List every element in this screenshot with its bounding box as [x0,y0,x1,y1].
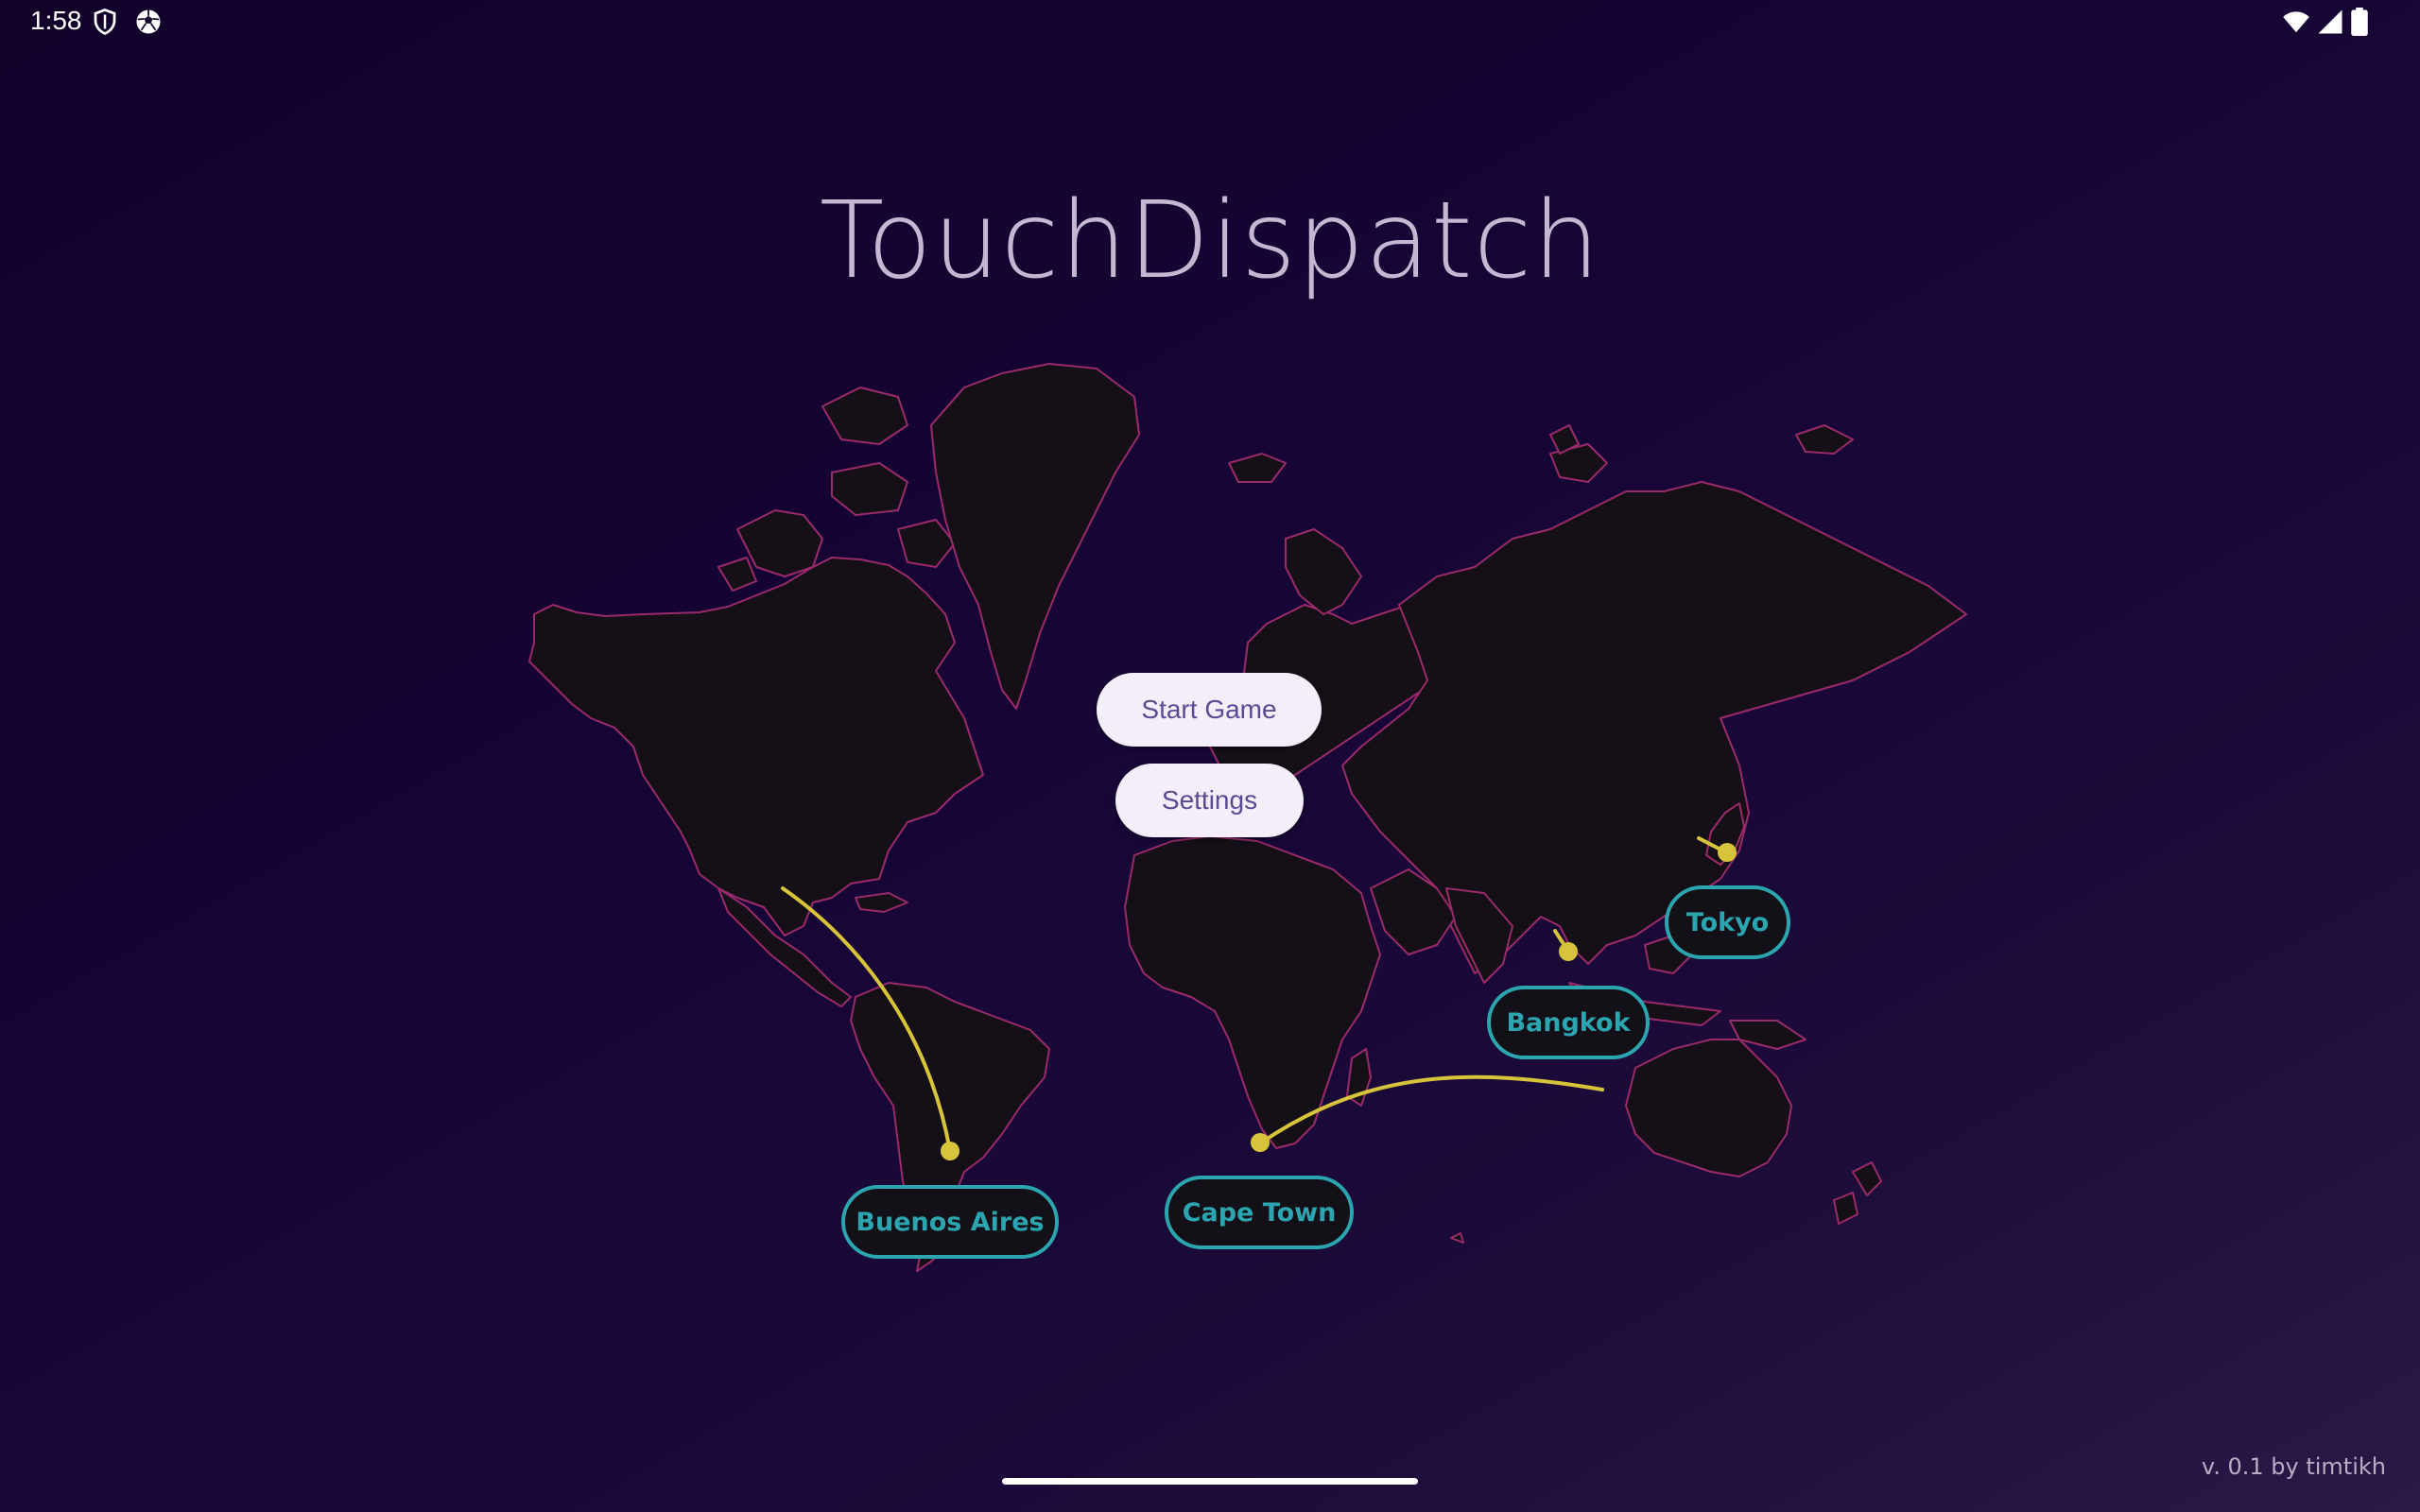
city-label-buenos-aires[interactable]: Buenos Aires [841,1185,1059,1259]
marker-tokyo [1718,843,1737,862]
continent-australia [1625,1039,1792,1177]
world-map [528,363,1967,1272]
marker-bangkok [1559,942,1578,961]
continent-greenland [930,363,1140,710]
marker-buenos-aires [941,1142,959,1160]
settings-button[interactable]: Settings [1115,764,1304,837]
city-label-tokyo[interactable]: Tokyo [1665,885,1790,959]
version-label: v. 0.1 by timtikh [2201,1453,2386,1480]
marker-cape-town [1251,1133,1270,1152]
city-label-bangkok[interactable]: Bangkok [1487,986,1650,1059]
city-label-cape-town[interactable]: Cape Town [1165,1176,1354,1249]
continent-north-america [528,557,984,936]
start-game-button[interactable]: Start Game [1097,673,1322,747]
home-indicator[interactable] [1002,1478,1418,1485]
